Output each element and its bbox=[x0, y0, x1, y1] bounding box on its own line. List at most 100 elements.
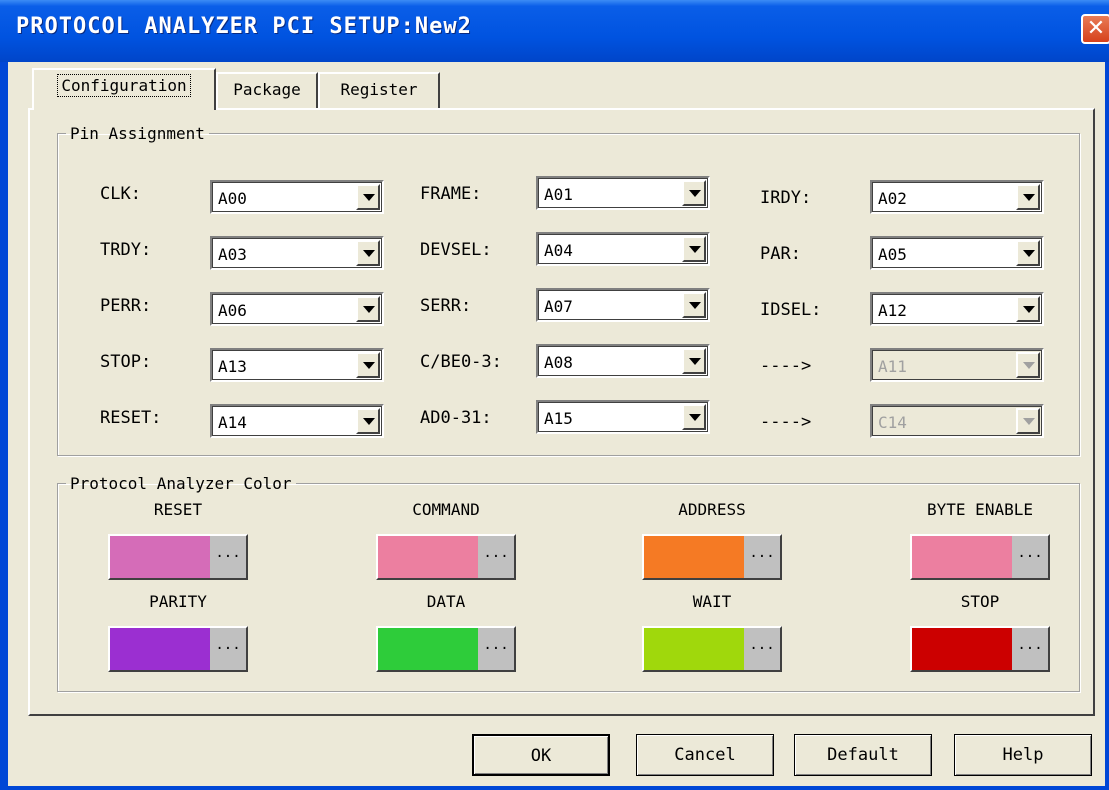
tab-label: Package bbox=[233, 80, 301, 99]
select-value: A13 bbox=[218, 357, 247, 376]
select-value: A06 bbox=[218, 301, 247, 320]
select-value: A02 bbox=[878, 189, 907, 208]
dialog-window: PROTOCOL ANALYZER PCI SETUP:New2 ✕ Confi… bbox=[0, 0, 1109, 790]
select-value: A12 bbox=[878, 301, 907, 320]
color-picker[interactable]: ... bbox=[910, 626, 1050, 672]
ellipsis-icon[interactable]: ... bbox=[1012, 628, 1048, 670]
color-label: DATA bbox=[426, 592, 466, 611]
color-label: WAIT bbox=[692, 592, 732, 611]
chevron-down-icon[interactable] bbox=[682, 180, 706, 206]
color-label: RESET bbox=[153, 500, 203, 519]
color-fill bbox=[110, 536, 210, 578]
close-icon[interactable]: ✕ bbox=[1081, 14, 1109, 44]
pin-select[interactable]: A13 bbox=[210, 348, 384, 382]
color-picker[interactable]: ... bbox=[910, 534, 1050, 580]
select-value: A15 bbox=[544, 409, 573, 428]
color-picker[interactable]: ... bbox=[108, 626, 248, 672]
pin-label: ----> bbox=[760, 356, 812, 376]
pin-select-disabled: C14 bbox=[870, 404, 1044, 438]
select-value: A01 bbox=[544, 185, 573, 204]
select-value: A14 bbox=[218, 413, 247, 432]
color-fill bbox=[378, 628, 478, 670]
pin-select[interactable]: A05 bbox=[870, 236, 1044, 270]
pin-label: IRDY: bbox=[760, 188, 812, 208]
chevron-down-icon[interactable] bbox=[356, 240, 380, 266]
tab-label: Register bbox=[340, 80, 418, 99]
color-picker[interactable]: ... bbox=[108, 534, 248, 580]
chevron-down-icon[interactable] bbox=[1016, 296, 1040, 322]
pin-select[interactable]: A01 bbox=[536, 176, 710, 210]
pin-label: CLK: bbox=[100, 184, 141, 204]
color-fill bbox=[378, 536, 478, 578]
window-title: PROTOCOL ANALYZER PCI SETUP:New2 bbox=[16, 14, 472, 39]
select-value: A00 bbox=[218, 189, 247, 208]
ellipsis-icon[interactable]: ... bbox=[210, 536, 246, 578]
pin-select[interactable]: A06 bbox=[210, 292, 384, 326]
pin-label: C/BE0-3: bbox=[420, 352, 502, 372]
select-value: C14 bbox=[878, 413, 907, 432]
color-picker[interactable]: ... bbox=[376, 626, 516, 672]
title-bar[interactable]: PROTOCOL ANALYZER PCI SETUP:New2 ✕ bbox=[0, 0, 1109, 62]
chevron-down-icon[interactable] bbox=[356, 184, 380, 210]
color-fill bbox=[644, 628, 744, 670]
group-title: Protocol Analyzer Color bbox=[70, 474, 292, 493]
ok-button[interactable]: OK bbox=[472, 734, 610, 776]
ellipsis-icon[interactable]: ... bbox=[744, 628, 780, 670]
pin-label: PAR: bbox=[760, 244, 801, 264]
tab-package[interactable]: Package bbox=[216, 72, 318, 108]
cancel-button[interactable]: Cancel bbox=[636, 734, 774, 776]
chevron-down-icon[interactable] bbox=[682, 348, 706, 374]
ellipsis-icon[interactable]: ... bbox=[1012, 536, 1048, 578]
chevron-down-icon[interactable] bbox=[682, 404, 706, 430]
color-fill bbox=[644, 536, 744, 578]
tab-register[interactable]: Register bbox=[318, 72, 440, 108]
ellipsis-icon[interactable]: ... bbox=[478, 536, 514, 578]
ellipsis-icon[interactable]: ... bbox=[744, 536, 780, 578]
ellipsis-icon[interactable]: ... bbox=[210, 628, 246, 670]
pin-select[interactable]: A07 bbox=[536, 288, 710, 322]
color-picker[interactable]: ... bbox=[642, 534, 782, 580]
chevron-down-icon[interactable] bbox=[356, 352, 380, 378]
pin-select[interactable]: A14 bbox=[210, 404, 384, 438]
pin-label: DEVSEL: bbox=[420, 240, 492, 260]
color-label: PARITY bbox=[149, 592, 207, 611]
select-value: A08 bbox=[544, 353, 573, 372]
chevron-down-icon[interactable] bbox=[682, 292, 706, 318]
pin-select[interactable]: A15 bbox=[536, 400, 710, 434]
pin-label: IDSEL: bbox=[760, 300, 822, 320]
pin-select[interactable]: A04 bbox=[536, 232, 710, 266]
select-value: A05 bbox=[878, 245, 907, 264]
select-value: A03 bbox=[218, 245, 247, 264]
chevron-down-icon bbox=[1016, 352, 1040, 378]
tab-configuration[interactable]: Configuration bbox=[32, 68, 216, 110]
color-label: BYTE ENABLE bbox=[927, 500, 1033, 519]
pin-select[interactable]: A03 bbox=[210, 236, 384, 270]
chevron-down-icon[interactable] bbox=[1016, 184, 1040, 210]
ellipsis-icon[interactable]: ... bbox=[478, 628, 514, 670]
default-button[interactable]: Default bbox=[794, 734, 932, 776]
pin-label: RESET: bbox=[100, 408, 162, 428]
color-fill bbox=[912, 536, 1012, 578]
select-value: A07 bbox=[544, 297, 573, 316]
pin-label: STOP: bbox=[100, 352, 152, 372]
color-picker[interactable]: ... bbox=[376, 534, 516, 580]
pin-select[interactable]: A12 bbox=[870, 292, 1044, 326]
help-button[interactable]: Help bbox=[954, 734, 1092, 776]
chevron-down-icon[interactable] bbox=[682, 236, 706, 262]
pin-label: AD0-31: bbox=[420, 408, 492, 428]
chevron-down-icon[interactable] bbox=[1016, 240, 1040, 266]
chevron-down-icon[interactable] bbox=[356, 296, 380, 322]
color-label: COMMAND bbox=[412, 500, 480, 519]
pin-label: FRAME: bbox=[420, 184, 482, 204]
color-picker[interactable]: ... bbox=[642, 626, 782, 672]
group-title: Pin Assignment bbox=[70, 124, 205, 143]
pin-select[interactable]: A00 bbox=[210, 180, 384, 214]
tab-label: Configuration bbox=[57, 74, 191, 97]
pin-label: ----> bbox=[760, 412, 812, 432]
chevron-down-icon[interactable] bbox=[356, 408, 380, 434]
select-value: A11 bbox=[878, 357, 907, 376]
color-label: STOP bbox=[960, 592, 1000, 611]
pin-select[interactable]: A02 bbox=[870, 180, 1044, 214]
color-label: ADDRESS bbox=[678, 500, 746, 519]
pin-select[interactable]: A08 bbox=[536, 344, 710, 378]
